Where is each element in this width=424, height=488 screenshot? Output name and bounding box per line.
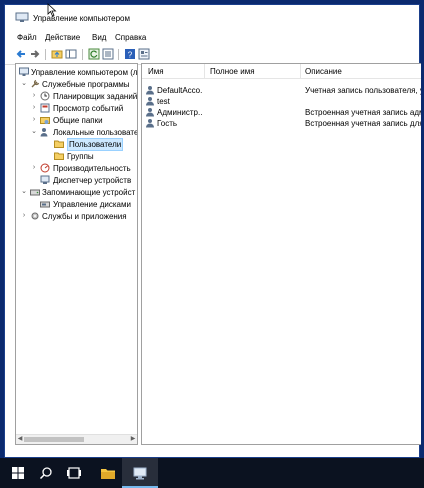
device-manager-icon — [40, 175, 50, 184]
refresh-icon[interactable] — [88, 48, 100, 60]
computer-management-icon — [133, 467, 147, 480]
tree-item-label: Просмотр событий — [53, 104, 124, 113]
properties-icon[interactable] — [138, 48, 150, 60]
menu-bar: Файл Действие Вид Справка — [5, 31, 419, 45]
export-list-icon[interactable] — [102, 48, 114, 60]
disk-management-icon — [40, 201, 50, 208]
users-list[interactable]: Имя Полное имя Описание DefaultAcco... У… — [141, 63, 421, 445]
user-icon — [146, 86, 154, 95]
user-description: Встроенная учетная запись для ... — [305, 119, 421, 128]
expanded-chevron-icon[interactable]: ⌄ — [20, 188, 28, 196]
tree-item-label: Диспетчер устройств — [53, 176, 132, 185]
tree-item-label: Пользователи — [67, 138, 124, 151]
column-header-description[interactable]: Описание — [305, 67, 342, 76]
tree-item-label: Управление компьютером (л — [31, 68, 138, 77]
menu-help[interactable]: Справка — [113, 33, 148, 42]
expanded-chevron-icon[interactable]: ⌄ — [20, 80, 28, 88]
scrollbar-thumb[interactable] — [24, 437, 84, 442]
windows-start-icon[interactable] — [10, 465, 26, 481]
user-name: test — [157, 97, 170, 106]
tree-item-label: Группы — [67, 152, 94, 161]
tree-item-label: Запоминающие устройст — [42, 188, 136, 197]
collapsed-chevron-icon[interactable]: › — [30, 104, 38, 112]
collapsed-chevron-icon[interactable]: › — [30, 92, 38, 100]
tools-icon — [31, 79, 40, 88]
expanded-chevron-icon[interactable]: ⌄ — [30, 128, 38, 136]
event-viewer-icon — [40, 103, 50, 113]
menu-action[interactable]: Действие — [43, 33, 82, 42]
task-view-icon[interactable] — [66, 465, 82, 481]
tree-item-label: Производительность — [53, 164, 131, 173]
computer-icon — [19, 67, 29, 76]
collapsed-chevron-icon[interactable]: › — [30, 116, 38, 124]
app-window: Управление компьютером Файл Действие Вид… — [4, 3, 421, 458]
title-bar[interactable]: Управление компьютером — [5, 3, 419, 29]
computer-management-taskbar-button[interactable] — [122, 458, 158, 488]
column-divider[interactable] — [204, 64, 205, 78]
toolbar-separator — [118, 49, 119, 60]
toolbar-separator — [45, 49, 46, 60]
tree-item-label: Локальные пользовате — [53, 128, 138, 137]
svg-text:?: ? — [128, 51, 133, 60]
collapsed-chevron-icon[interactable]: › — [20, 212, 28, 220]
forward-arrow-icon[interactable] — [29, 48, 41, 60]
user-name: Гость — [157, 119, 178, 128]
menu-file[interactable]: Файл — [15, 33, 39, 42]
column-divider[interactable] — [300, 64, 301, 78]
folder-icon — [54, 140, 64, 148]
shared-folder-icon — [40, 117, 50, 124]
computer-management-icon — [15, 12, 29, 22]
list-item[interactable]: test — [142, 96, 421, 107]
list-item[interactable]: DefaultAcco... Учетная запись пользовате… — [142, 85, 421, 96]
console-tree[interactable]: Управление компьютером (л ⌄ Служебные пр… — [15, 63, 138, 445]
user-name: Администр... — [157, 108, 203, 117]
tree-item-label: Общие папки — [53, 116, 103, 125]
user-description: Встроенная учетная запись адм... — [305, 108, 421, 117]
tree-item-label: Службы и приложения — [42, 212, 127, 221]
toolbar-separator — [82, 49, 83, 60]
user-icon — [146, 97, 154, 106]
user-name: DefaultAcco... — [157, 86, 203, 95]
user-description: Учетная запись пользователя, у... — [305, 86, 421, 95]
back-arrow-icon[interactable] — [15, 48, 27, 60]
tree-item-label: Планировщик заданий — [53, 92, 138, 101]
services-icon — [31, 212, 39, 220]
help-icon[interactable]: ? — [124, 48, 136, 60]
user-icon — [146, 119, 154, 128]
collapsed-chevron-icon[interactable]: › — [30, 164, 38, 172]
clock-icon — [40, 91, 50, 101]
scroll-right-icon[interactable]: ▶ — [129, 435, 137, 444]
up-folder-icon[interactable] — [51, 48, 63, 60]
scroll-left-icon[interactable]: ◀ — [16, 435, 24, 444]
column-header-name[interactable]: Имя — [148, 67, 164, 76]
show-hide-tree-icon[interactable] — [65, 48, 77, 60]
tree-item-label: Управление дисками — [53, 200, 131, 209]
mouse-cursor-icon — [47, 3, 57, 17]
menu-view[interactable]: Вид — [90, 33, 108, 42]
search-icon[interactable] — [38, 465, 54, 481]
folder-icon — [54, 152, 64, 160]
list-item[interactable]: Администр... Встроенная учетная запись а… — [142, 107, 421, 118]
list-item[interactable]: Гость Встроенная учетная запись для ... — [142, 118, 421, 129]
list-header: Имя Полное имя Описание — [142, 64, 421, 79]
tree-item-label: Служебные программы — [42, 80, 130, 89]
file-explorer-icon[interactable] — [100, 465, 116, 481]
taskbar — [0, 458, 424, 488]
performance-icon — [40, 163, 50, 173]
column-header-full-name[interactable]: Полное имя — [210, 67, 255, 76]
user-icon — [146, 108, 154, 117]
storage-icon — [30, 189, 40, 196]
users-icon — [40, 128, 48, 137]
horizontal-scrollbar[interactable]: ◀ ▶ — [16, 434, 137, 444]
